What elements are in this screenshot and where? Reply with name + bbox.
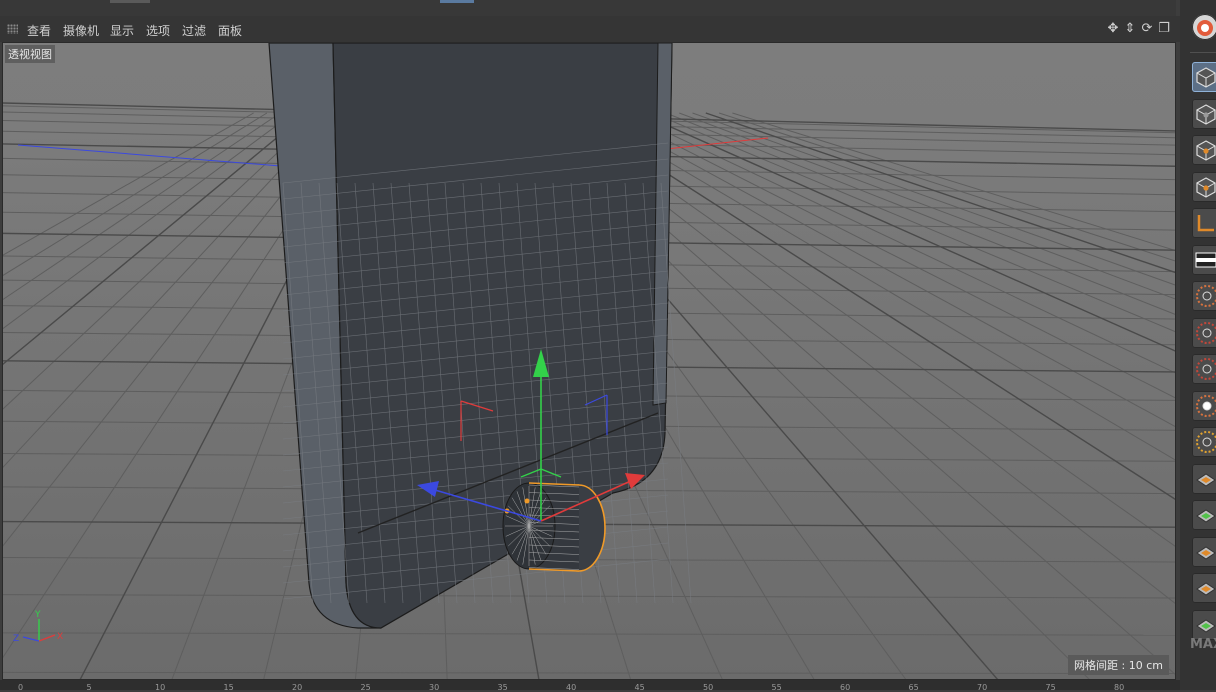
grid-snap-icon[interactable] [1192, 609, 1216, 640]
selected-cylinder[interactable] [502, 482, 606, 572]
timeline-tick: 0 [18, 683, 24, 692]
timeline-tick: 75 [1045, 683, 1056, 692]
zoom-view-icon[interactable]: ⇕ [1123, 21, 1137, 37]
move-view-icon[interactable]: ✥ [1106, 21, 1120, 37]
live-selection-icon[interactable] [1192, 354, 1216, 384]
timeline-tick: 15 [223, 683, 234, 692]
edge-snap-icon[interactable] [1192, 536, 1216, 567]
cube-points-icon[interactable] [1192, 98, 1216, 129]
menu-display[interactable]: 显示 [110, 22, 134, 39]
timeline-tick: 45 [634, 683, 645, 692]
timeline-tick: 65 [908, 683, 919, 692]
cube-polygons-icon[interactable] [1192, 171, 1216, 202]
rotate-view-icon[interactable]: ⟳ [1140, 21, 1154, 37]
timeline-tick: 80 [1114, 683, 1125, 692]
timeline-tick: 30 [429, 683, 440, 692]
axis-x-label: X [57, 632, 63, 642]
soft-selection-icon[interactable] [1192, 281, 1216, 311]
cylinder-handle-point[interactable] [524, 498, 530, 504]
cube-object-icon[interactable] [1192, 62, 1216, 92]
timeline-tick: 5 [86, 683, 92, 692]
timeline-tick: 35 [497, 683, 508, 692]
top-strip [0, 0, 1176, 16]
polygon-snap-icon[interactable] [1192, 500, 1216, 530]
timeline-tick: 60 [840, 683, 851, 692]
loop-selection-icon[interactable] [1192, 390, 1216, 421]
grip-icon[interactable] [7, 24, 18, 34]
cube-edges-icon[interactable] [1192, 135, 1216, 165]
tab-marker [110, 0, 150, 3]
circle-selection-icon[interactable] [1192, 317, 1216, 348]
toggle-view-icon[interactable]: ❐ [1157, 21, 1171, 37]
timeline-tick: 10 [155, 683, 166, 692]
menu-camera[interactable]: 摄像机 [63, 22, 99, 39]
menu-options[interactable]: 选项 [146, 22, 170, 39]
viewport-label[interactable]: 透视视图 [5, 45, 55, 63]
menu-view[interactable]: 查看 [27, 22, 51, 39]
perspective-viewport[interactable]: Y X Z 透视视图 网格间距 : 10 cm [2, 42, 1176, 680]
menu-filter[interactable]: 过滤 [182, 22, 206, 39]
view-nav-icons: ✥ ⇕ ⟳ ❐ [1106, 21, 1171, 37]
timeline-tick: 25 [360, 683, 371, 692]
vertex-snap-icon[interactable] [1192, 573, 1216, 603]
snap-icon[interactable] [1192, 463, 1216, 494]
right-toolbar: MAXON [1180, 0, 1216, 690]
timeline-tick: 70 [977, 683, 988, 692]
viewport-scene[interactable]: Y X Z [3, 43, 1176, 680]
point-selection-icon[interactable] [1192, 427, 1216, 457]
texture-icon[interactable] [1192, 244, 1216, 275]
timeline-ruler[interactable]: 0510152025303540455055606570758085 [0, 680, 1216, 692]
viewport-menubar: 查看 摄像机 显示 选项 过滤 面板 ✥ ⇕ ⟳ ❐ [0, 16, 1180, 42]
axis-y-label: Y [34, 610, 41, 620]
grid-spacing-readout: 网格间距 : 10 cm [1068, 655, 1169, 675]
tab-marker-active [440, 0, 474, 3]
maxon-logo: MAXON [1190, 637, 1216, 652]
axis-icon[interactable] [1192, 208, 1216, 238]
toolbar-separator [1190, 52, 1216, 53]
timeline-tick: 20 [292, 683, 303, 692]
timeline-tick: 55 [771, 683, 782, 692]
axis-z-label: Z [13, 634, 19, 644]
undo-view-icon[interactable] [1192, 14, 1216, 40]
timeline-tick: 40 [566, 683, 577, 692]
timeline-tick: 50 [703, 683, 714, 692]
menu-panel[interactable]: 面板 [218, 22, 242, 39]
